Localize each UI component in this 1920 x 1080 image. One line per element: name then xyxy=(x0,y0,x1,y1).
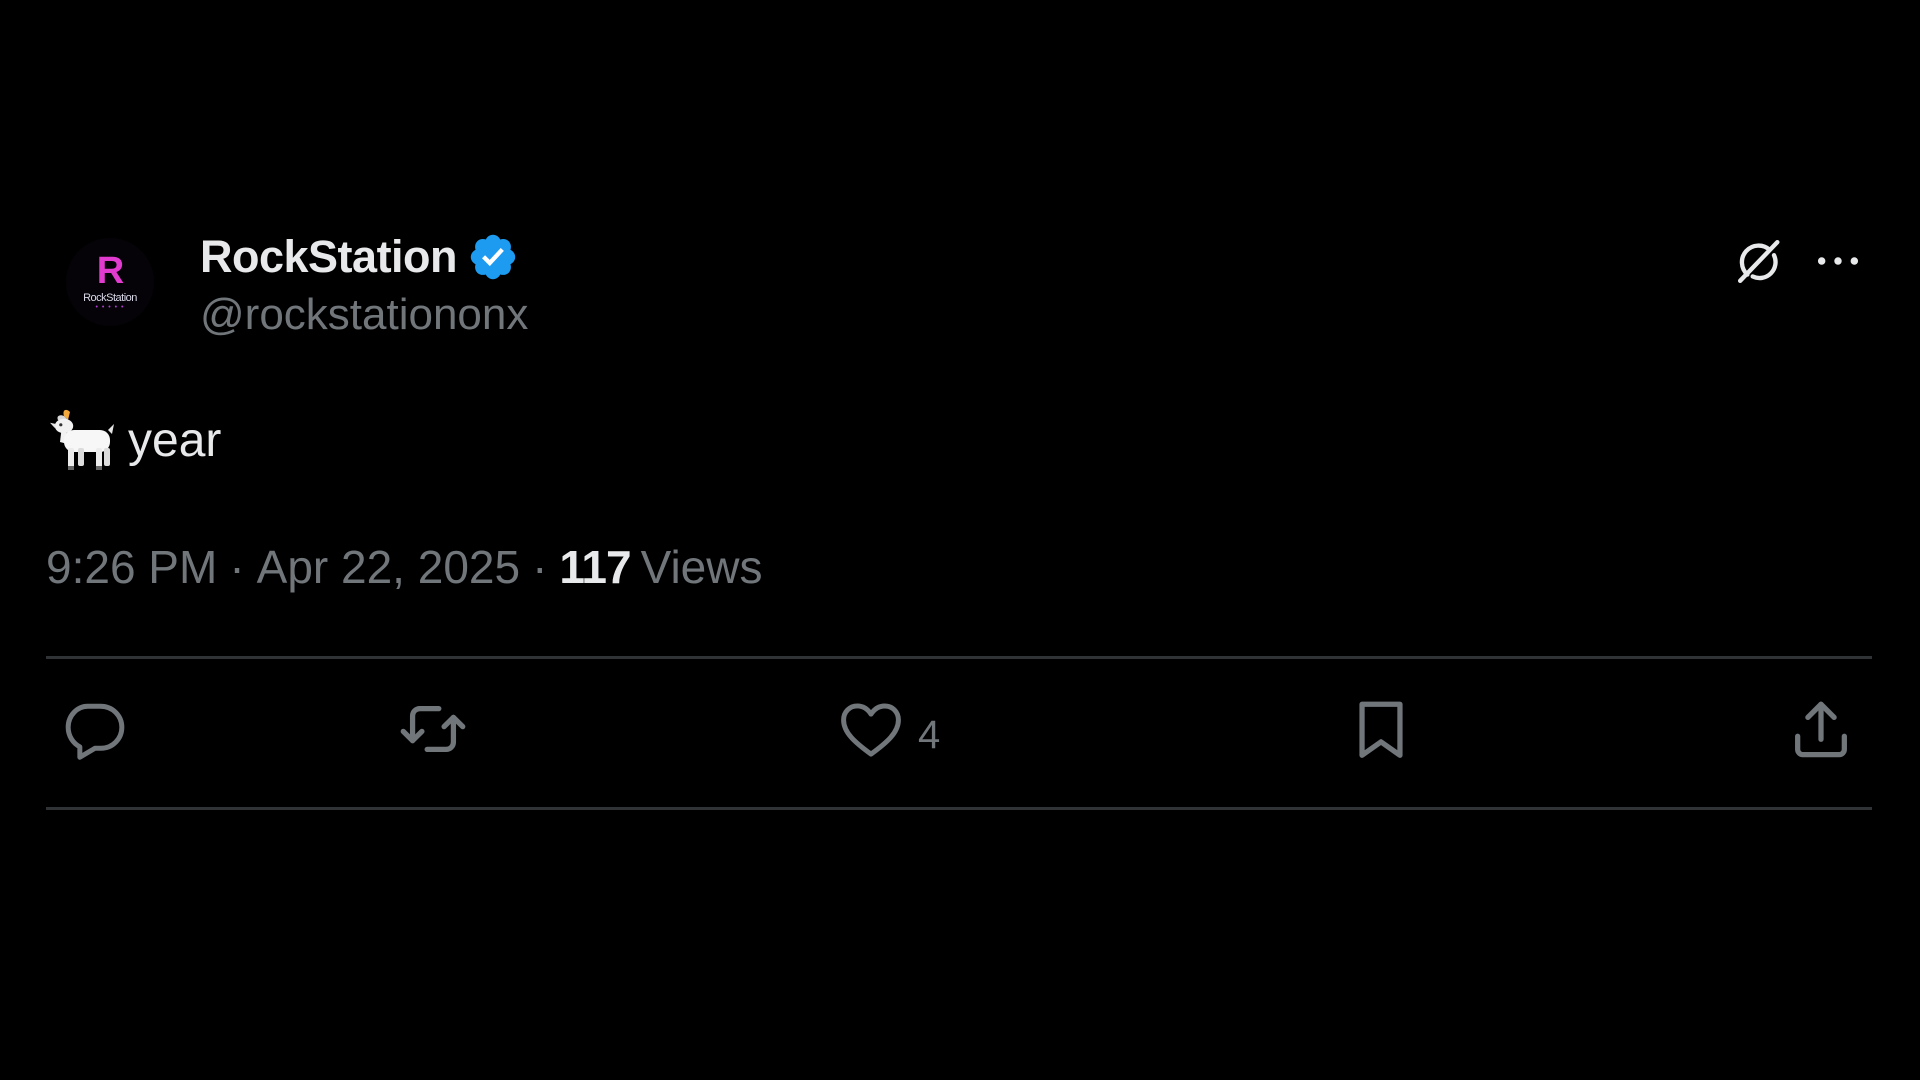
retweet-button[interactable] xyxy=(398,690,480,772)
bookmark-icon xyxy=(1346,694,1416,769)
goat-emoji-icon xyxy=(46,404,118,476)
retweet-icon xyxy=(398,694,468,769)
reply-button[interactable] xyxy=(60,690,142,772)
tweet-detail: R RockStation • • • • • RockStation @roc… xyxy=(0,0,1920,1080)
grok-icon[interactable] xyxy=(1730,232,1788,290)
more-horizontal-icon[interactable] xyxy=(1810,233,1866,289)
tweet-text: year xyxy=(46,404,221,476)
avatar-logo-letter: R xyxy=(96,250,124,292)
divider xyxy=(46,656,1872,659)
tweet-meta: 9:26 PM · Apr 22, 2025 · 117 Views xyxy=(46,540,762,594)
tweet-body-text: year xyxy=(128,413,222,467)
meta-separator: · xyxy=(229,541,245,593)
avatar-logo-sub: • • • • • xyxy=(95,304,125,311)
share-button[interactable] xyxy=(1786,690,1868,772)
views-count[interactable]: 117 xyxy=(559,540,631,594)
like-count: 4 xyxy=(918,712,941,757)
avatar-logo-word: RockStation xyxy=(83,292,137,304)
tweet-time[interactable]: 9:26 PM xyxy=(46,540,217,594)
share-icon xyxy=(1786,694,1856,769)
author-handle[interactable]: @rockstationonx xyxy=(200,290,528,340)
views-label[interactable]: Views xyxy=(641,540,763,594)
verified-badge-icon[interactable] xyxy=(467,231,519,283)
tweet-date[interactable]: Apr 22, 2025 xyxy=(257,540,520,594)
heart-icon xyxy=(836,694,906,769)
tweet-header: R RockStation • • • • • RockStation @roc… xyxy=(66,228,528,340)
bookmark-button[interactable] xyxy=(1346,690,1428,772)
like-button[interactable]: 4 xyxy=(836,690,940,772)
meta-separator: · xyxy=(532,541,548,593)
display-name[interactable]: RockStation xyxy=(200,231,458,283)
author-names: RockStation @rockstationonx xyxy=(200,228,528,340)
reply-icon xyxy=(60,694,130,769)
tweet-actions-bar: 4 xyxy=(46,690,1872,772)
divider xyxy=(46,807,1872,810)
header-actions xyxy=(1730,232,1866,290)
display-name-row: RockStation xyxy=(200,228,528,286)
avatar[interactable]: R RockStation • • • • • xyxy=(66,238,154,326)
